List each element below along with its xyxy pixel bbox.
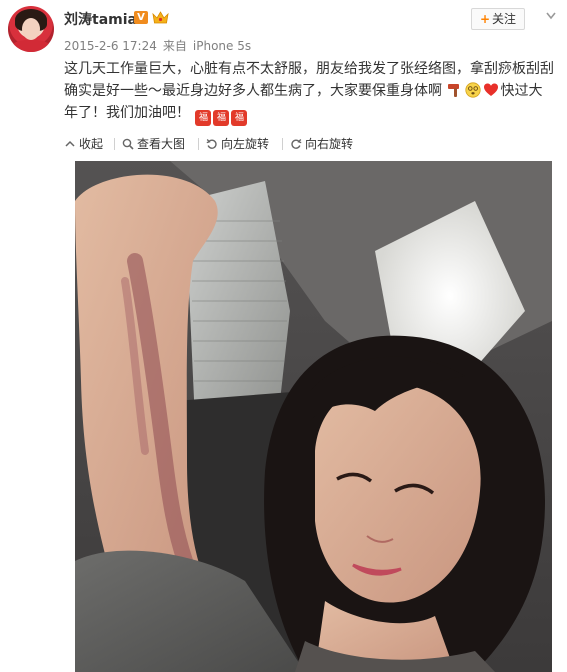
rotate-right-label: 向右旋转 — [305, 137, 354, 151]
avatar-shirt — [12, 40, 50, 52]
vip-badge-icon[interactable]: V — [134, 11, 148, 24]
rotate-left-icon — [206, 139, 217, 149]
user-name[interactable]: 刘涛tamia — [64, 9, 137, 29]
rotate-right-icon — [291, 139, 302, 149]
avatar[interactable] — [8, 6, 54, 52]
hammer-emoji-icon — [448, 84, 460, 97]
collapse-label: 收起 — [79, 137, 104, 151]
fu-emoji-icon: 福 — [231, 110, 248, 126]
plus-icon: + — [479, 12, 491, 26]
crown-icon[interactable] — [152, 10, 169, 25]
search-icon — [122, 138, 134, 150]
post-photo[interactable] — [75, 161, 552, 672]
follow-button[interactable]: + 关注 — [471, 8, 525, 30]
collapse-button[interactable]: 收起 — [64, 134, 103, 154]
weibo-post: 刘涛tamia V + 关注 2015-2-6 17:24 来自 iPhone 5s … — [0, 0, 567, 672]
view-large-label: 查看大图 — [137, 137, 186, 151]
post-date[interactable]: 2015-2-6 17:24 — [64, 39, 157, 53]
heart-emoji-icon — [484, 83, 499, 96]
photo-image — [75, 161, 552, 672]
divider — [282, 138, 283, 150]
post-meta: 2015-2-6 17:24 来自 iPhone 5s — [64, 37, 257, 54]
fu-emoji-icon: 福 — [195, 110, 212, 126]
fu-emoji-icon: 福 — [213, 110, 230, 126]
view-large-button[interactable]: 查看大图 — [122, 134, 185, 154]
collapse-icon — [65, 140, 75, 147]
chevron-down-icon[interactable] — [546, 12, 556, 20]
divider — [198, 138, 199, 150]
follow-label: 关注 — [492, 12, 517, 26]
post-source[interactable]: iPhone 5s — [193, 39, 251, 53]
source-prefix: 来自 — [162, 39, 187, 53]
rotate-left-label: 向左旋转 — [221, 137, 270, 151]
fainted-face-emoji-icon — [465, 82, 482, 98]
rotate-left-button[interactable]: 向左旋转 — [206, 134, 269, 154]
rotate-right-button[interactable]: 向右旋转 — [290, 134, 353, 154]
avatar-face — [22, 18, 40, 40]
divider — [114, 138, 115, 150]
post-text: 这几天工作量巨大，心脏有点不太舒服，朋友给我发了张经络图，拿刮痧板刮刮确实是好一… — [64, 58, 554, 126]
